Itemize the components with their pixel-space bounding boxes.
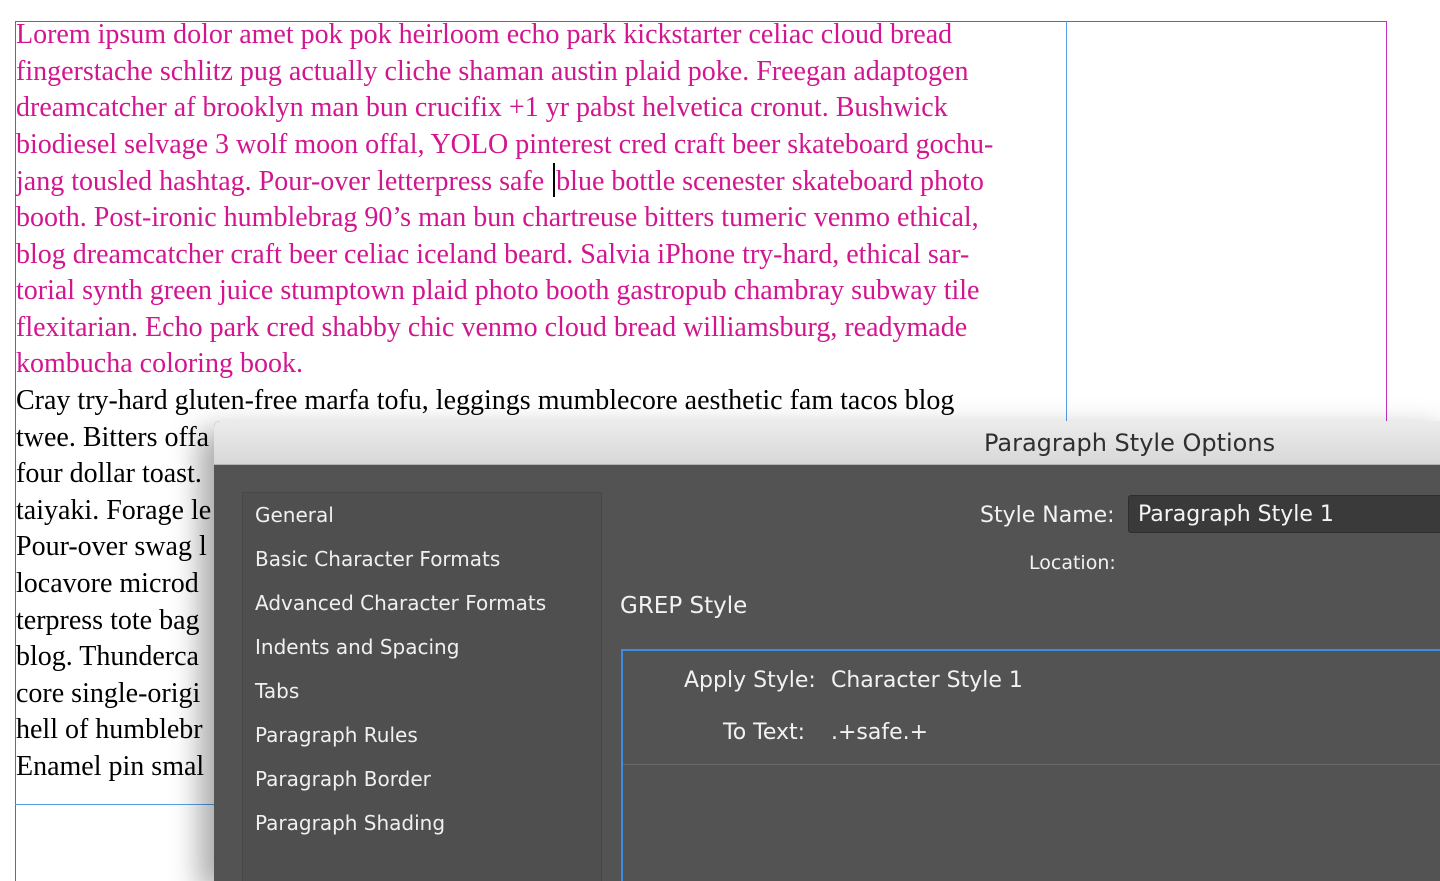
text-line: booth. Post-ironic humblebrag 90’s man b… [16, 201, 979, 233]
grep-rule-item[interactable]: Apply Style: Character Style 1 To Text: … [623, 651, 1440, 765]
grep-style-list[interactable]: Apply Style: Character Style 1 To Text: … [621, 649, 1440, 881]
text-segment: blue bottle scenester skateboard photo [556, 166, 984, 198]
text-line: fingerstache schlitz pug actually cliche… [16, 55, 969, 87]
text-line: Cray try-hard gluten-free marfa tofu, le… [16, 384, 955, 416]
category-tabs[interactable]: Tabs [255, 679, 299, 703]
style-name-input[interactable] [1128, 495, 1440, 533]
text-line: jang tousled hashtag. Pour-over letterpr… [16, 163, 1076, 200]
category-basic-character-formats[interactable]: Basic Character Formats [255, 547, 500, 571]
category-general[interactable]: General [255, 503, 334, 527]
text-line: flexitarian. Echo park cred shabby chic … [16, 311, 968, 343]
text-line: blog dreamcatcher craft beer celiac icel… [16, 238, 970, 270]
category-paragraph-shading[interactable]: Paragraph Shading [255, 811, 445, 835]
category-indents-and-spacing[interactable]: Indents and Spacing [255, 635, 459, 659]
apply-style-label: Apply Style: [684, 668, 816, 693]
paragraph-style-options-dialog: Paragraph Style Options General Basic Ch… [214, 421, 1440, 881]
category-advanced-character-formats[interactable]: Advanced Character Formats [255, 591, 546, 615]
location-label: Location: [1029, 552, 1116, 574]
section-title: GREP Style [620, 593, 748, 619]
dialog-titlebar[interactable]: Paragraph Style Options [214, 421, 1440, 465]
category-paragraph-rules[interactable]: Paragraph Rules [255, 723, 418, 747]
text-line: biodiesel selvage 3 wolf moon offal, YOL… [16, 128, 994, 160]
to-text-label: To Text: [723, 720, 806, 745]
category-list: General Basic Character Formats Advanced… [242, 492, 602, 881]
text-line: kombucha coloring book. [16, 348, 303, 380]
text-line: torial synth green juice stumptown plaid… [16, 275, 980, 307]
category-paragraph-border[interactable]: Paragraph Border [255, 767, 431, 791]
text-cursor [553, 163, 556, 198]
dialog-title: Paragraph Style Options [984, 429, 1276, 457]
style-name-label: Style Name: [980, 503, 1115, 528]
text-line: Lorem ipsum dolor amet pok pok heirloom … [16, 19, 953, 50]
apply-style-value[interactable]: Character Style 1 [831, 668, 1023, 693]
text-segment: jang tousled hashtag. Pour-over letterpr… [16, 166, 552, 198]
to-text-value[interactable]: .+safe.+ [831, 720, 928, 745]
text-line: dreamcatcher af brooklyn man bun crucifi… [16, 92, 948, 124]
